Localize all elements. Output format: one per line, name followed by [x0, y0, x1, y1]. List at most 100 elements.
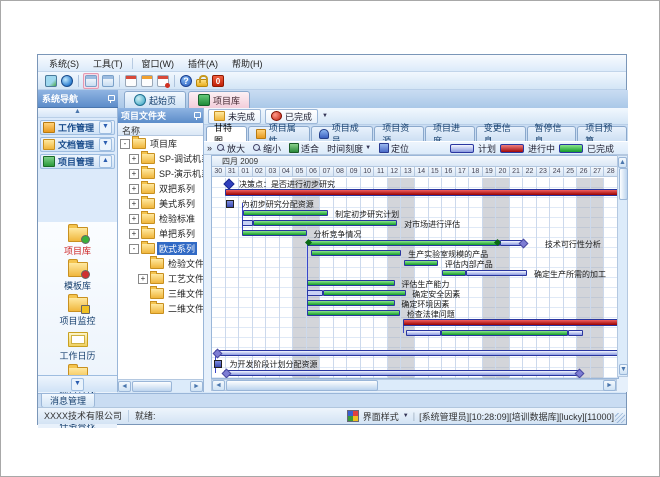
doc-tab-2[interactable]: 项目库: [188, 91, 250, 108]
scroll-left-icon[interactable]: ◄: [212, 380, 225, 391]
gantt-chart-body[interactable]: 决策点：是否进行初步研究为初步研究分配资源制定初步研究计划对市场进行评估分析竞争…: [212, 178, 618, 378]
scroll-thumb[interactable]: [619, 168, 628, 200]
menu-item-4[interactable]: 插件(A): [181, 56, 225, 71]
gantt-bar-done[interactable]: [307, 240, 501, 246]
gantt-bar-plan[interactable]: [406, 330, 441, 336]
tree-node[interactable]: +单把系列: [118, 226, 203, 241]
sidebar-item-project-monitor[interactable]: 项目监控: [38, 292, 117, 327]
lock-button[interactable]: [195, 74, 209, 88]
gantt-tab-1[interactable]: 甘特图: [206, 126, 247, 141]
chevron-down-icon[interactable]: ▼: [322, 113, 328, 119]
collapse-icon[interactable]: -: [120, 139, 130, 149]
screen-button[interactable]: [44, 74, 58, 88]
sidebar-item-project-library[interactable]: 项目库: [38, 222, 117, 257]
scroll-right-icon[interactable]: ►: [190, 381, 203, 392]
gantt-bar-done[interactable]: [242, 230, 307, 236]
menu-item-3[interactable]: 窗口(W): [135, 56, 182, 71]
tree-node[interactable]: +二维文件: [118, 301, 203, 316]
message-manager-tab[interactable]: 消息管理: [41, 394, 95, 408]
sidebar-item-work-calendar[interactable]: 工作日历: [38, 327, 117, 362]
expand-icon[interactable]: +: [129, 154, 139, 164]
dropdown-button[interactable]: 时间刻度▼: [324, 142, 374, 155]
pin-icon[interactable]: [107, 94, 114, 103]
menu-item-5[interactable]: 帮助(H): [225, 56, 270, 71]
exit-button[interactable]: [211, 74, 225, 88]
tree-node[interactable]: +SP-演示机系: [118, 166, 203, 181]
fit-button[interactable]: 适合: [286, 142, 322, 155]
interface-style-button[interactable]: 界面样式: [363, 410, 399, 423]
resize-grip[interactable]: [615, 413, 625, 423]
gantt-bar-done[interactable]: [307, 300, 395, 306]
sidebar-item-template-library[interactable]: 模板库: [38, 257, 117, 292]
tree-node[interactable]: +工艺文件: [118, 271, 203, 286]
gantt-tab-5[interactable]: 项目进度: [425, 126, 475, 141]
gantt-bar-done[interactable]: [441, 330, 568, 336]
scroll-right-icon[interactable]: ►: [603, 380, 616, 391]
gantt-vscrollbar[interactable]: ▲ ▼: [617, 155, 628, 377]
gantt-tab-4[interactable]: 项目资源: [374, 126, 424, 141]
gantt-bar-plan[interactable]: [568, 330, 583, 336]
scroll-thumb[interactable]: [132, 381, 172, 392]
chevron-down-icon[interactable]: ▼: [99, 138, 112, 151]
tree-node[interactable]: +SP-调试机系: [118, 151, 203, 166]
gantt-bar-done[interactable]: [243, 210, 328, 216]
window-cascade-button[interactable]: [101, 74, 115, 88]
gantt-bar-done[interactable]: [307, 310, 400, 316]
gantt-tab-3[interactable]: 项目成员: [311, 126, 373, 141]
sidebar-group-1[interactable]: 工作管理▼: [40, 120, 115, 135]
gantt-tab-7[interactable]: 暂停信息: [527, 126, 577, 141]
scroll-down-icon[interactable]: ▼: [619, 364, 628, 375]
gantt-bar-plan[interactable]: [466, 270, 527, 276]
expand-icon[interactable]: +: [129, 184, 139, 194]
expand-icon[interactable]: +: [138, 274, 148, 284]
scroll-up-icon[interactable]: ▲: [618, 157, 627, 168]
scroll-thumb[interactable]: [226, 380, 378, 391]
task-icon[interactable]: [214, 360, 222, 368]
calendar-close-button[interactable]: [156, 74, 170, 88]
task-icon[interactable]: [226, 200, 234, 208]
expand-icon[interactable]: +: [129, 199, 139, 209]
gantt-bar-plan[interactable]: [215, 350, 618, 356]
globe-button[interactable]: [60, 74, 74, 88]
gantt-hscrollbar[interactable]: ◄ ►: [211, 379, 617, 391]
tree-node[interactable]: +美式系列: [118, 196, 203, 211]
collapse-icon[interactable]: -: [129, 244, 139, 254]
zoom-out-button[interactable]: 缩小: [250, 142, 284, 155]
gantt-tab-8[interactable]: 项目预算: [577, 126, 627, 141]
sidebar-collapse-button[interactable]: ▲: [38, 108, 117, 118]
expand-icon[interactable]: +: [129, 169, 139, 179]
sidebar-group-3[interactable]: 项目管理▲: [40, 154, 115, 169]
menu-item-1[interactable]: 系统(S): [42, 56, 86, 71]
gantt-bar-done[interactable]: [311, 250, 402, 256]
expand-icon[interactable]: +: [129, 214, 139, 224]
gantt-bar-plan[interactable]: [224, 370, 581, 376]
gantt-bar-lead[interactable]: [242, 220, 253, 226]
gantt-bar-progress[interactable]: [403, 319, 618, 326]
help-button[interactable]: [179, 74, 193, 88]
gantt-bar-lead[interactable]: [307, 290, 323, 296]
tree-node[interactable]: -欧式系列: [118, 241, 203, 256]
tree-column-header[interactable]: 名称: [118, 123, 203, 136]
gantt-bar-done[interactable]: [442, 270, 466, 276]
tree-node[interactable]: +检验文件: [118, 256, 203, 271]
tree-node[interactable]: +三维文件: [118, 286, 203, 301]
sidebar-overflow-button[interactable]: ▼: [38, 375, 117, 392]
tree-node[interactable]: +检验标准: [118, 211, 203, 226]
doc-tab-1[interactable]: 起始页: [124, 91, 186, 108]
tree-node[interactable]: +双把系列: [118, 181, 203, 196]
gantt-bar-done[interactable]: [404, 260, 438, 266]
chevron-up-icon[interactable]: ▲: [99, 155, 112, 168]
window-new-button[interactable]: [83, 73, 99, 89]
chevron-down-icon[interactable]: ▼: [99, 121, 112, 134]
tree-hscrollbar[interactable]: ◄ ►: [118, 379, 203, 392]
tree-node[interactable]: -项目库: [118, 136, 203, 151]
locate-button[interactable]: 定位: [376, 142, 412, 155]
gantt-bar-done[interactable]: [307, 280, 395, 286]
calendar-red-button[interactable]: [124, 74, 138, 88]
gantt-bar-done[interactable]: [253, 220, 398, 226]
gantt-tab-6[interactable]: 变更信息: [476, 126, 526, 141]
expand-icon[interactable]: +: [129, 229, 139, 239]
sidebar-group-2[interactable]: 文档管理▼: [40, 137, 115, 152]
menu-item-2[interactable]: 工具(T): [86, 56, 130, 71]
toolbar-overflow-icon[interactable]: »: [207, 143, 212, 153]
